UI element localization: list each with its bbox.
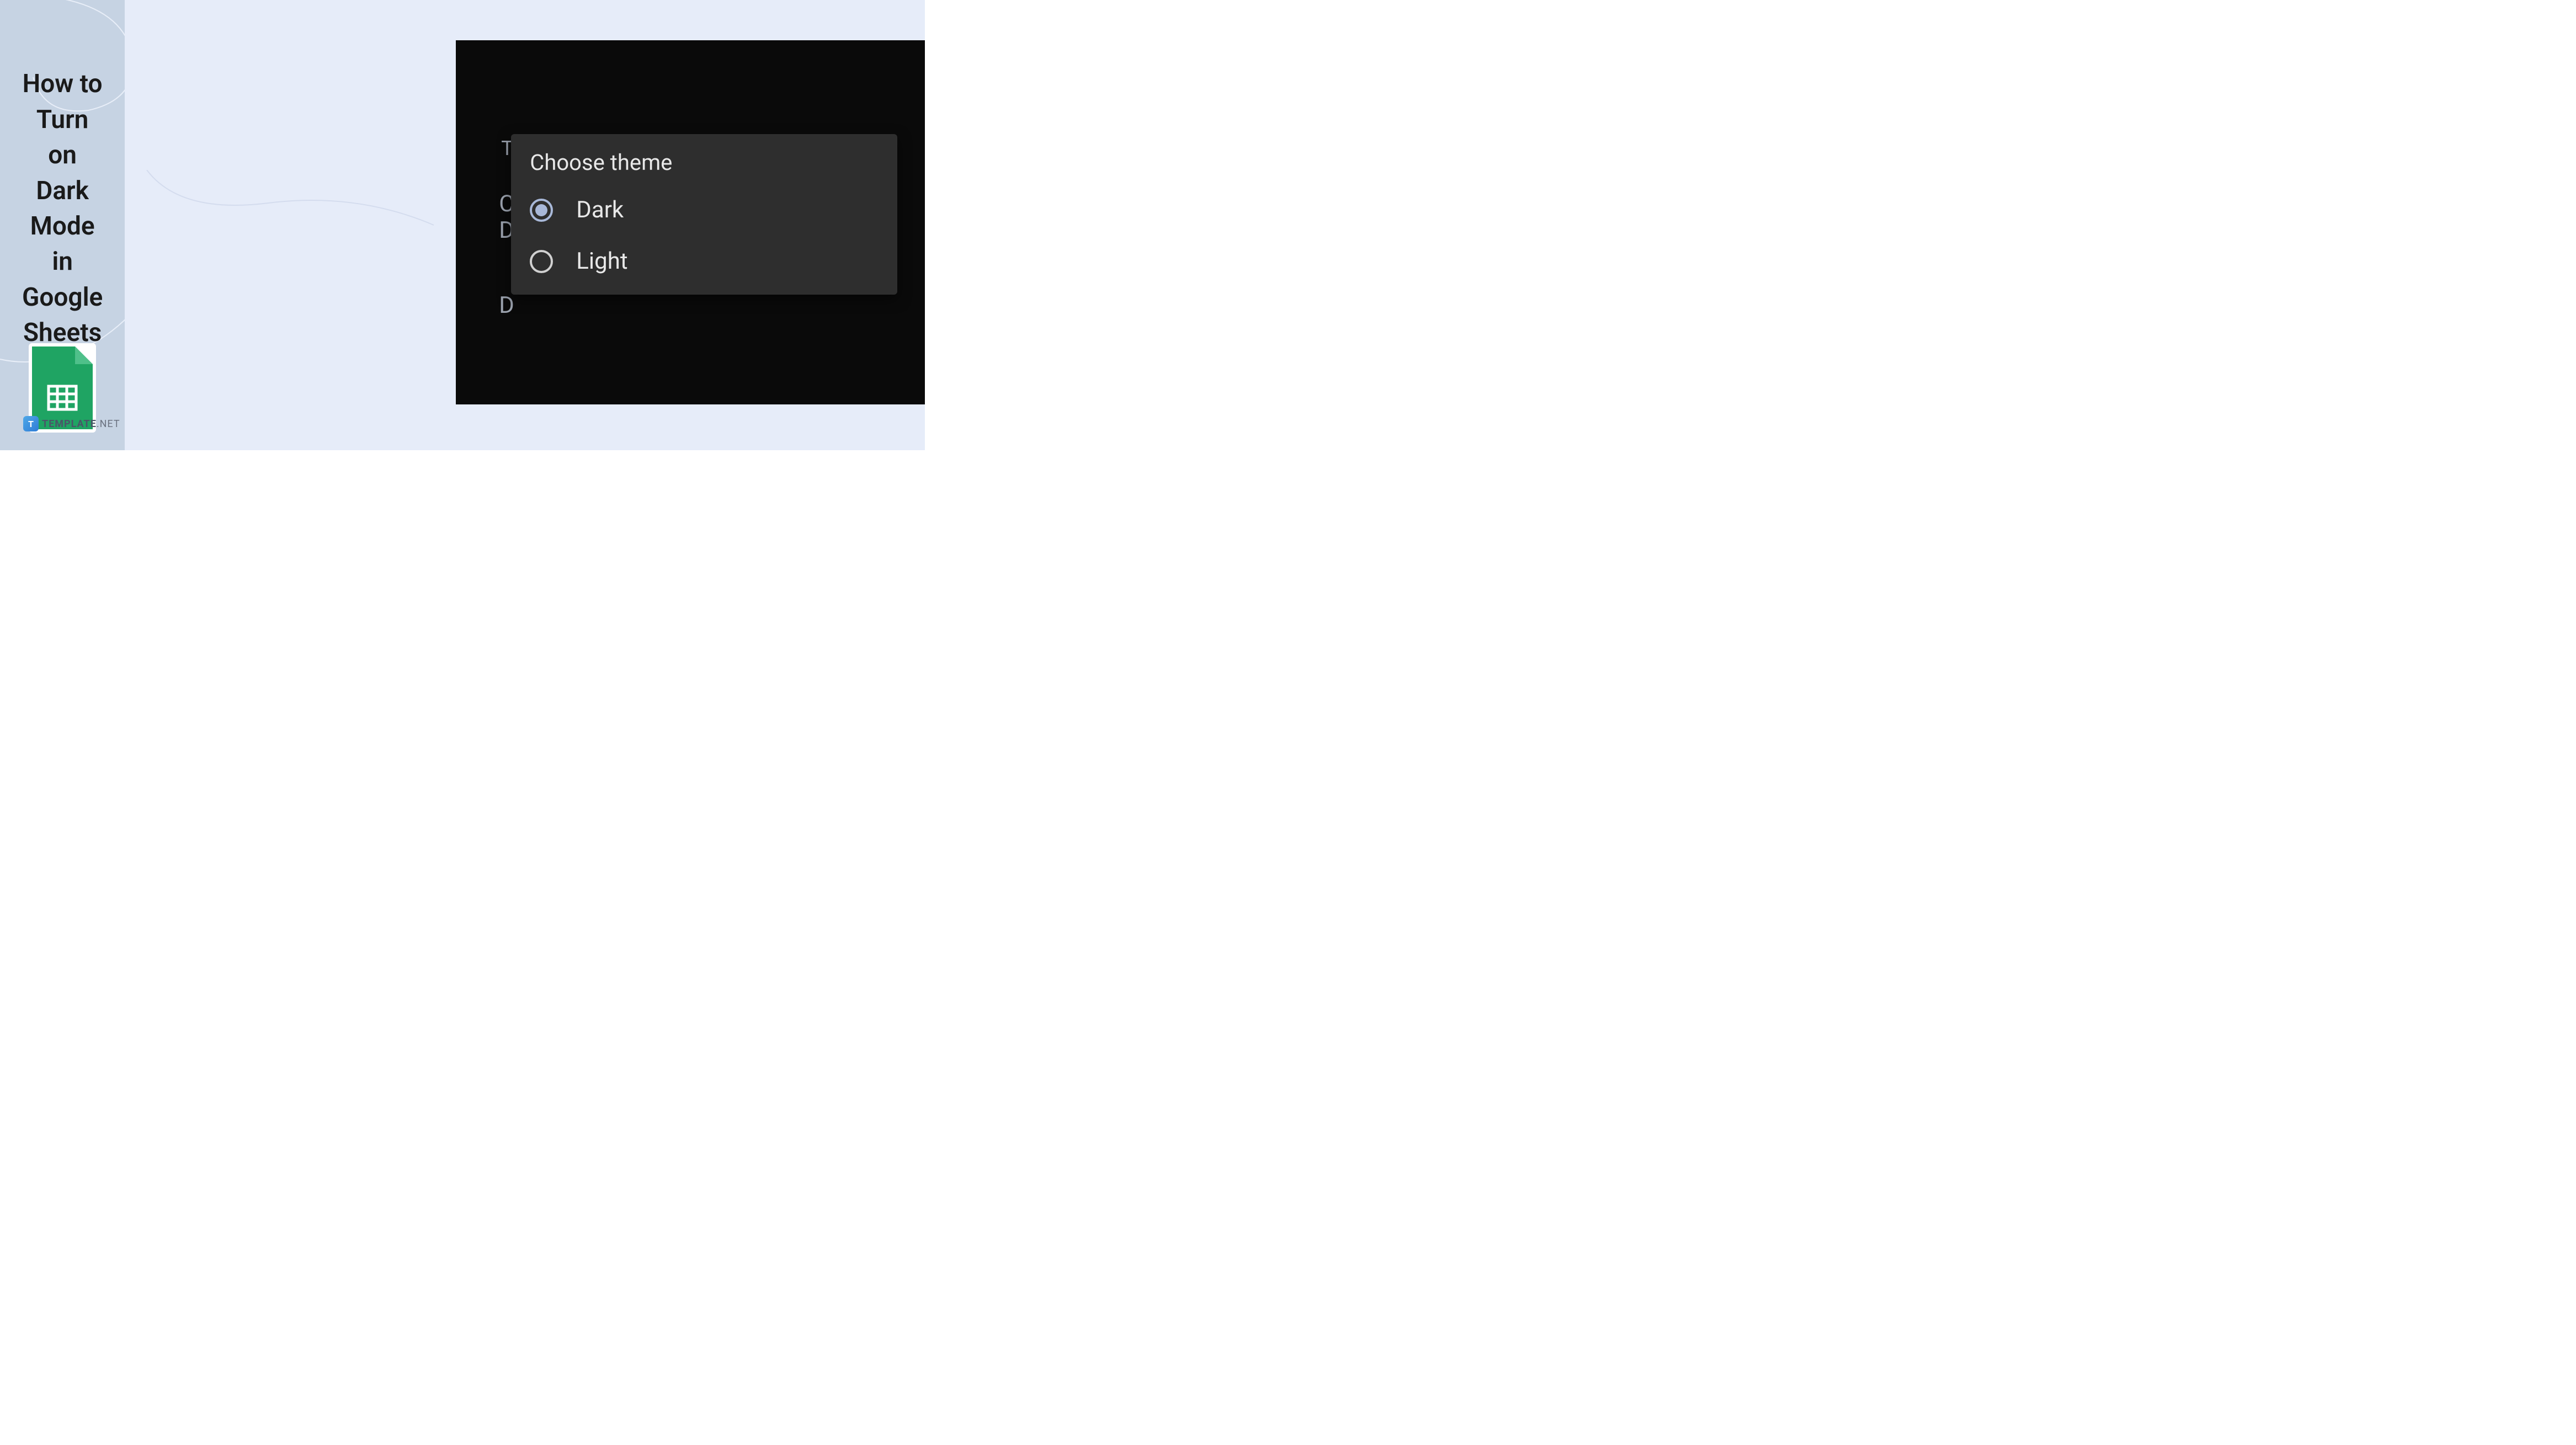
page-title: How to Turn on Dark Mode in Google Sheet… bbox=[22, 66, 103, 350]
bg-letter-d2: D bbox=[499, 292, 514, 319]
radio-label-light: Light bbox=[576, 248, 627, 275]
radio-option-light[interactable]: Light bbox=[530, 248, 879, 275]
logo-suffix: .NET bbox=[97, 418, 120, 430]
left-panel: How to Turn on Dark Mode in Google Sheet… bbox=[0, 0, 125, 450]
radio-unselected-icon bbox=[530, 250, 553, 273]
template-logo: T TEMPLATE.NET bbox=[23, 416, 120, 431]
logo-letter: T bbox=[28, 419, 34, 429]
radio-option-dark[interactable]: Dark bbox=[530, 196, 879, 223]
radio-selected-icon bbox=[530, 199, 553, 222]
radio-label-dark: Dark bbox=[576, 196, 624, 223]
logo-brand: TEMPLATE bbox=[42, 418, 97, 430]
screenshot-container: T C D D Choose theme Dark Light bbox=[456, 40, 925, 404]
theme-dialog: Choose theme Dark Light bbox=[511, 134, 897, 295]
template-logo-icon: T bbox=[23, 416, 39, 431]
decorative-curve-right bbox=[125, 170, 456, 280]
dialog-title: Choose theme bbox=[530, 150, 879, 175]
template-logo-text: TEMPLATE.NET bbox=[42, 418, 120, 430]
right-panel: T C D D Choose theme Dark Light bbox=[125, 0, 925, 450]
